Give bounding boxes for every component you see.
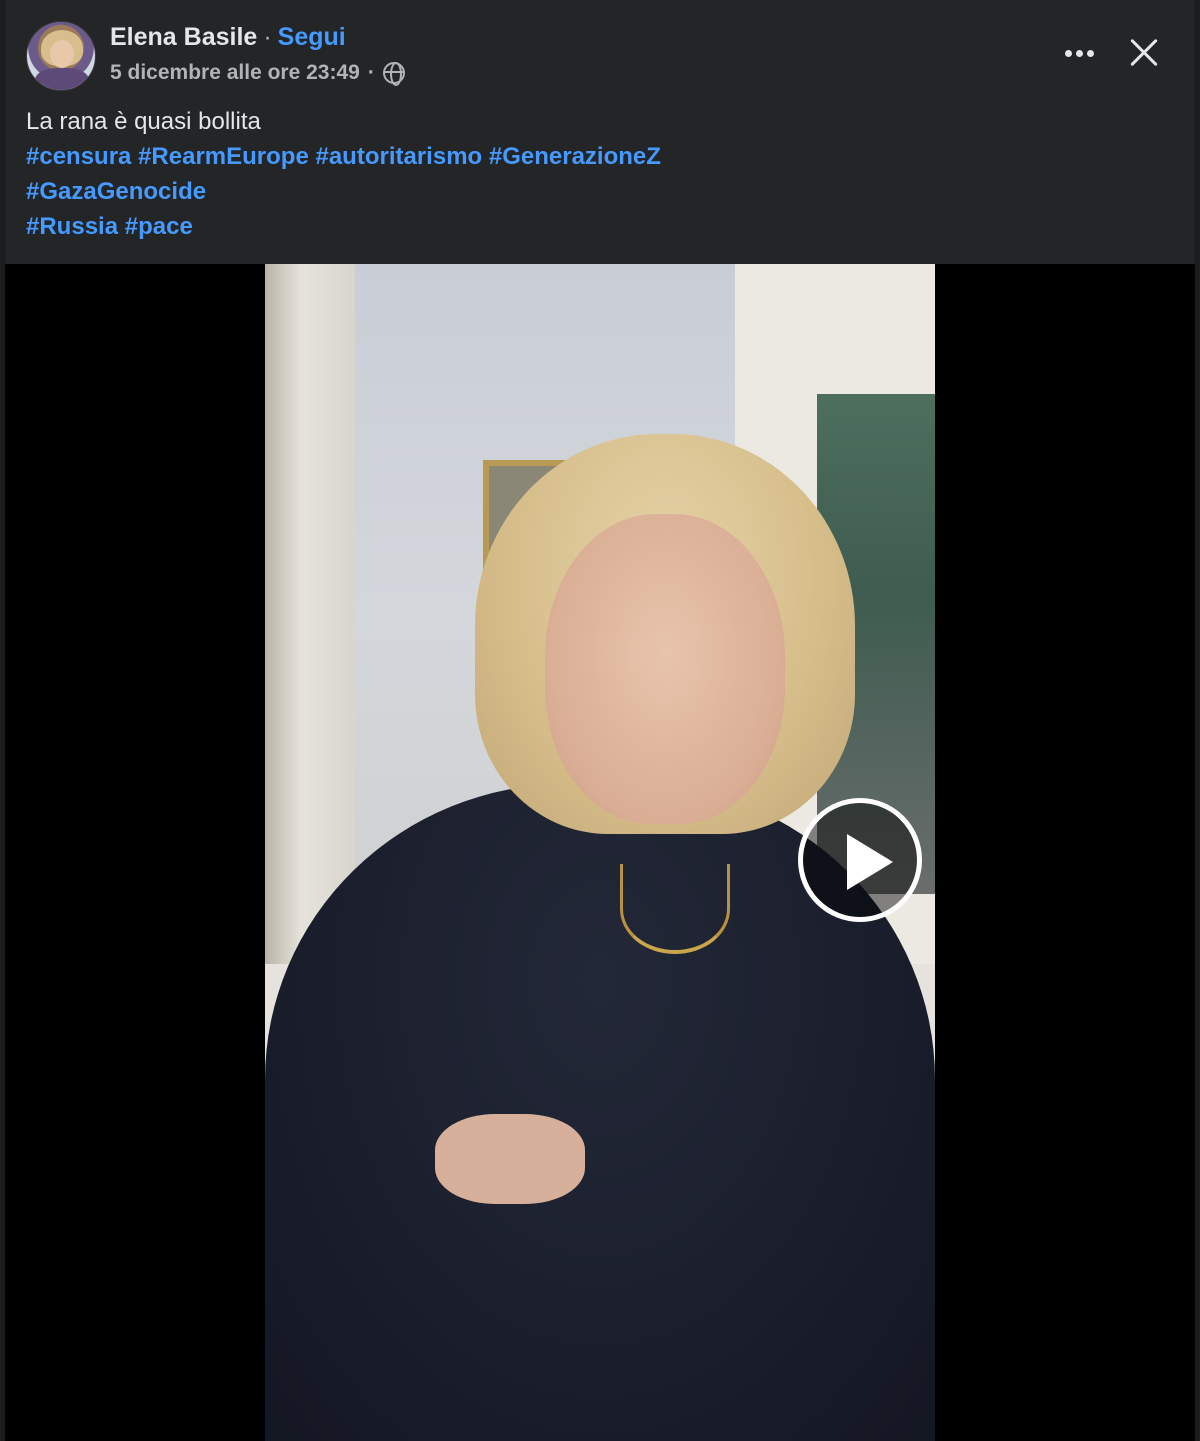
play-icon: [847, 834, 893, 890]
video-person-face: [545, 514, 785, 824]
author-name[interactable]: Elena Basile: [110, 23, 257, 52]
hashtag-link[interactable]: #autoritarismo: [315, 143, 482, 170]
hashtag-link[interactable]: #RearmEurope: [138, 143, 309, 170]
post-header: Elena Basile · Segui 5 dicembre alle ore…: [5, 0, 1195, 264]
hashtag-line-1: #censura #RearmEurope #autoritarismo #Ge…: [26, 139, 1176, 174]
author-avatar[interactable]: [26, 21, 96, 91]
hashtag-link[interactable]: #pace: [125, 213, 193, 240]
video-player[interactable]: [5, 264, 1195, 1441]
video-frame[interactable]: [265, 264, 935, 1441]
hashtag-link[interactable]: #Russia: [26, 213, 118, 240]
avatar-body: [35, 68, 89, 90]
hashtag-line-2: #GazaGenocide: [26, 174, 1176, 209]
globe-icon[interactable]: [382, 62, 405, 86]
name-separator: ·: [263, 22, 272, 51]
video-person-necklace: [620, 864, 730, 954]
author-row: Elena Basile · Segui: [110, 20, 346, 54]
post-meta: 5 dicembre alle ore 23:49 ·: [110, 58, 405, 88]
post-caption: La rana è quasi bollita #censura #RearmE…: [26, 104, 1176, 244]
post-modal: Elena Basile · Segui 5 dicembre alle ore…: [5, 0, 1195, 1441]
hashtag-line-3: #Russia #pace: [26, 209, 1176, 244]
post-timestamp[interactable]: 5 dicembre alle ore 23:49: [110, 61, 360, 85]
follow-button[interactable]: Segui: [278, 23, 346, 52]
hashtag-link[interactable]: #censura: [26, 143, 131, 170]
play-button[interactable]: [798, 798, 922, 922]
more-options-icon[interactable]: [1059, 36, 1099, 70]
hashtag-link[interactable]: #GazaGenocide: [26, 178, 206, 205]
avatar-face: [50, 40, 74, 68]
close-icon[interactable]: [1123, 32, 1165, 74]
hashtag-link[interactable]: #GenerazioneZ: [489, 143, 661, 170]
caption-text: La rana è quasi bollita: [26, 108, 261, 135]
meta-separator: ·: [367, 61, 375, 84]
video-person-hands: [435, 1114, 585, 1204]
